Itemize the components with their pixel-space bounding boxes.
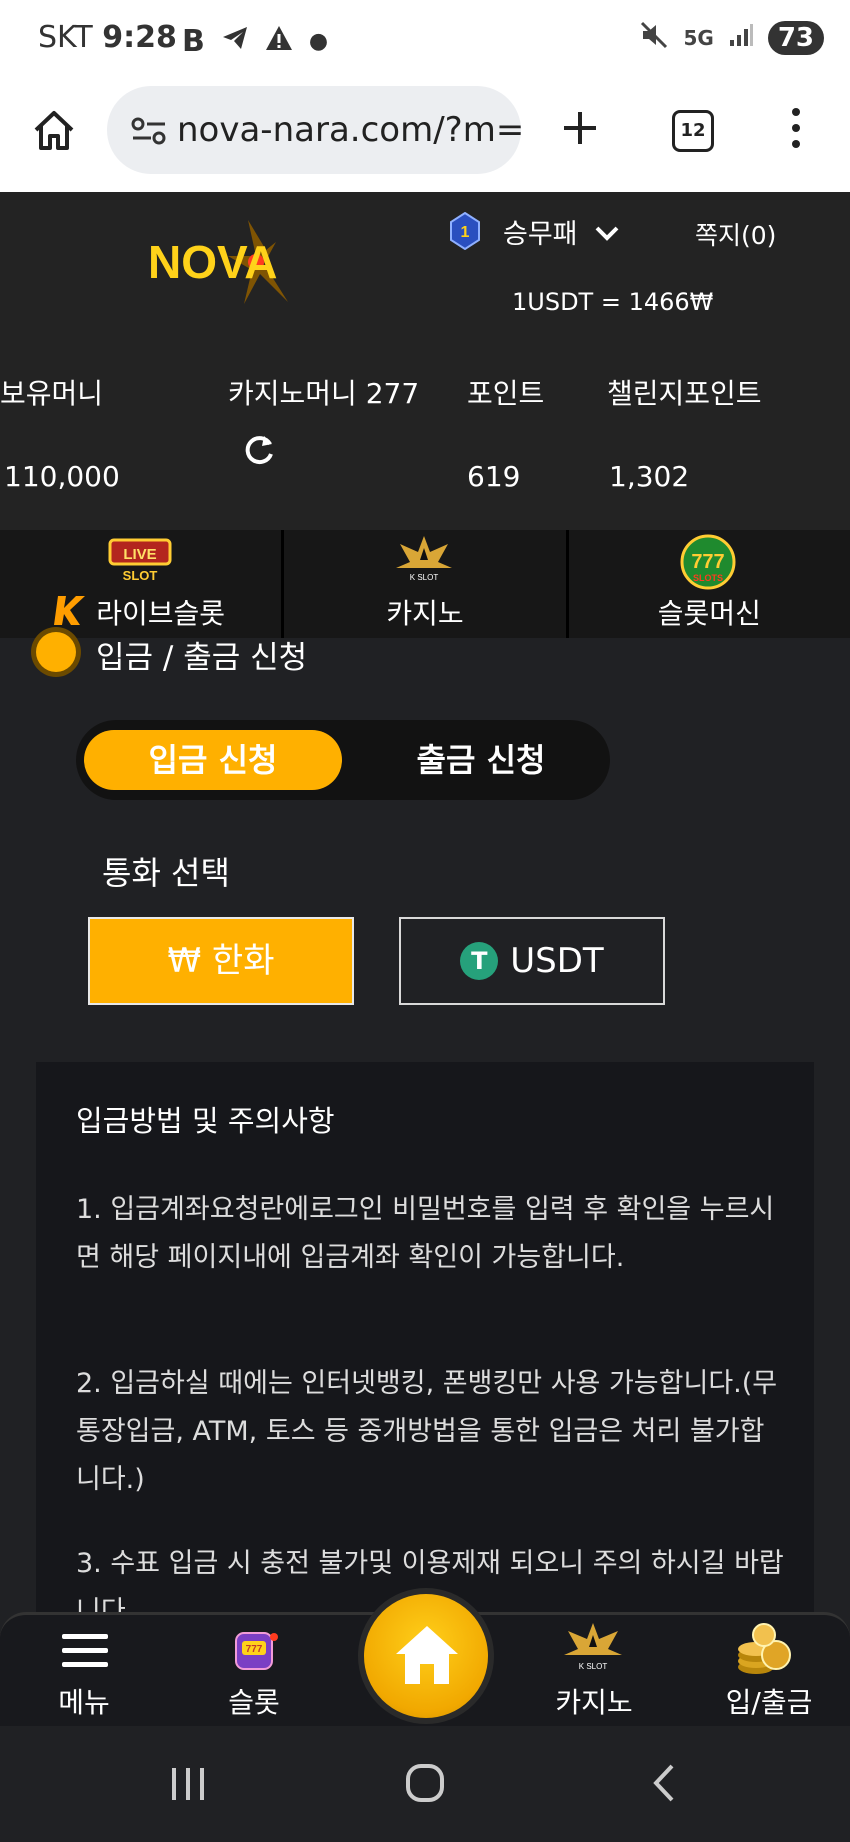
deposit-withdraw-tabs: 입금 신청 출금 신청 (76, 720, 610, 800)
notice-item: 1. 입금계좌요청란에로그인 비밀번호를 입력 후 확인을 누르시면 해당 페이… (76, 1194, 775, 1273)
signal-icon (728, 22, 754, 54)
coin-stack-icon (734, 1621, 794, 1681)
site-settings-icon[interactable] (131, 116, 167, 150)
slot-machine-icon: 777 (232, 1623, 278, 1677)
recent-apps-icon[interactable] (168, 1766, 208, 1806)
notice-item: 2. 입금하실 때에는 인터넷뱅킹, 폰뱅킹만 사용 가능합니다.(무통장입금,… (76, 1368, 778, 1495)
nova-logo[interactable]: NOVA (148, 212, 318, 316)
tether-icon: T (460, 942, 499, 980)
k-slot-icon: K SLOT (562, 1621, 624, 1677)
nav-label: 카지노 (555, 1686, 633, 1719)
nav-label: 입/출금 (725, 1686, 813, 1719)
status-bar: SKT 9:28 B ● 5G 73 (0, 0, 850, 80)
live-slot-icon: LIVE SLOT (108, 536, 172, 588)
username: 승무패 (503, 219, 578, 250)
svg-text:SLOTS: SLOTS (693, 573, 723, 583)
svg-text:K SLOT: K SLOT (579, 1662, 608, 1671)
tab-withdraw[interactable]: 출금 신청 (366, 730, 596, 790)
points-value: 619 (467, 460, 521, 493)
rank-badge-icon: 1 (450, 211, 480, 251)
svg-text:777: 777 (691, 551, 724, 573)
notification-icons: B ● (182, 24, 328, 59)
k-slot-icon: K SLOT (394, 534, 454, 588)
svg-text:K SLOT: K SLOT (410, 573, 439, 582)
points-label: 포인트 (467, 377, 545, 410)
svg-text:777: 777 (246, 1644, 263, 1655)
hamburger-menu-icon (60, 1631, 110, 1675)
currency-usdt-button[interactable]: T USDT (399, 917, 665, 1005)
home-button[interactable] (358, 1588, 494, 1724)
deposit-notice: 입금방법 및 주의사항 1. 입금계좌요청란에로그인 비밀번호를 입력 후 확인… (36, 1062, 814, 1632)
home-circle-icon[interactable] (404, 1762, 446, 1808)
refresh-icon[interactable] (240, 430, 278, 472)
chevron-down-icon (586, 219, 620, 250)
home-icon[interactable] (30, 106, 78, 158)
telegram-icon (221, 25, 249, 58)
status-left: SKT 9:28 (38, 20, 177, 55)
network-type: 5G (683, 26, 714, 50)
svg-text:SLOT: SLOT (123, 568, 158, 583)
777-slots-icon: 777 SLOTS (679, 534, 737, 594)
challenge-points-value: 1,302 (609, 460, 690, 493)
section-dot-icon (36, 632, 76, 672)
nav-label: 슬롯 (228, 1686, 280, 1719)
holding-money-label: 보유머니 (0, 377, 104, 410)
address-bar[interactable]: nova-nara.com/?m= (107, 86, 521, 174)
nav-label: 메뉴 (58, 1686, 110, 1719)
game-category-bar: LIVE SLOT 라이브슬롯 K SLOT 카지노 777 SLOTS 슬롯머신 (0, 530, 850, 638)
blog-icon: B (182, 24, 205, 59)
category-casino[interactable]: K SLOT 카지노 (284, 530, 569, 638)
user-menu[interactable]: 승무패 (503, 212, 620, 251)
clock: 9:28 (102, 20, 177, 55)
warning-icon (265, 25, 293, 58)
url-text: nova-nara.com/?m= (177, 110, 521, 150)
exchange-rate: 1USDT = 1466₩ (512, 288, 714, 316)
memo-link[interactable]: 쪽지(0) (695, 216, 776, 252)
category-label: 라이브슬롯 (96, 597, 226, 630)
svg-text:LIVE: LIVE (123, 546, 156, 563)
mute-icon (639, 20, 669, 56)
category-slot-machine[interactable]: 777 SLOTS 슬롯머신 (569, 530, 850, 638)
tab-switcher[interactable]: 12 (672, 110, 714, 152)
currency-krw-button[interactable]: ₩ 한화 (88, 917, 354, 1005)
notice-title: 입금방법 및 주의사항 (76, 1104, 335, 1138)
challenge-points-label: 챌린지포인트 (607, 377, 762, 410)
more-menu-icon[interactable] (784, 106, 808, 154)
battery-level: 73 (767, 21, 824, 55)
dot-icon: ● (308, 29, 329, 54)
new-tab-icon[interactable] (558, 106, 602, 154)
status-right: 5G 73 (639, 20, 824, 56)
currency-usdt-label: USDT (510, 941, 604, 981)
category-label: 카지노 (386, 597, 464, 630)
back-icon[interactable] (648, 1762, 678, 1808)
nav-casino[interactable]: K SLOT 카지노 (534, 1615, 654, 1729)
house-icon (392, 1620, 462, 1694)
holding-money-value: 110,000 (4, 460, 120, 493)
category-label: 슬롯머신 (657, 597, 761, 630)
category-live-slot[interactable]: LIVE SLOT 라이브슬롯 (0, 530, 285, 638)
nav-menu[interactable]: 메뉴 (24, 1615, 144, 1729)
tab-deposit[interactable]: 입금 신청 (84, 730, 342, 790)
currency-select-title: 통화 선택 (102, 854, 230, 892)
casino-money-label: 카지노머니 277 (228, 377, 420, 410)
system-nav-bar (0, 1726, 850, 1842)
nav-deposit[interactable]: 입/출금 (704, 1615, 834, 1729)
carrier: SKT (38, 20, 93, 55)
browser-toolbar: nova-nara.com/?m= 12 (0, 80, 850, 193)
section-title: 입금 / 출금 신청 (96, 640, 308, 676)
logo-text: NOVA (148, 236, 278, 288)
rank-number: 1 (461, 224, 470, 241)
nav-slot[interactable]: 777 슬롯 (194, 1615, 314, 1729)
